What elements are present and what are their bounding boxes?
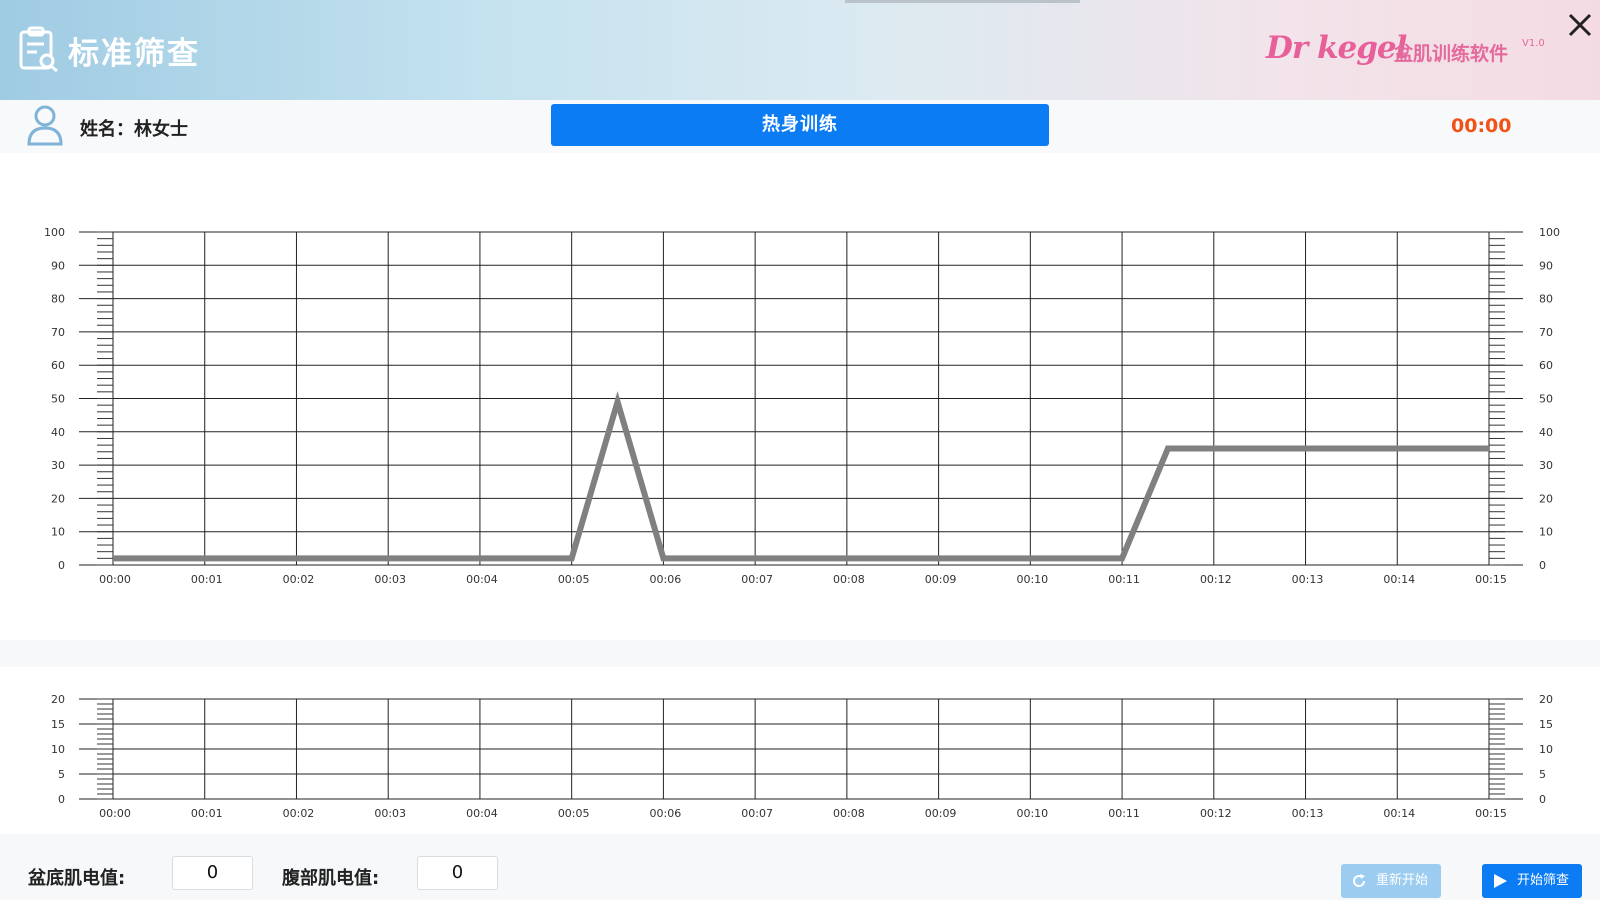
user-icon: [27, 105, 63, 146]
y-tick-label-right: 90: [1539, 259, 1553, 272]
y-tick-label-right: 20: [1539, 693, 1553, 706]
y-tick-label-right: 50: [1539, 393, 1553, 406]
user-name: 姓名：林女士: [80, 119, 188, 140]
x-tick-label: 00:00: [99, 807, 131, 820]
x-tick-label: 00:11: [1108, 807, 1140, 820]
x-tick-label: 00:08: [833, 807, 865, 820]
y-tick-label-right: 10: [1539, 743, 1553, 756]
y-tick-label-right: 70: [1539, 326, 1553, 339]
y-tick-label-left: 100: [44, 226, 65, 239]
x-tick-label: 00:15: [1475, 807, 1507, 820]
y-tick-label-right: 0: [1539, 559, 1546, 572]
x-tick-label: 00:01: [191, 573, 223, 586]
x-tick-label: 00:02: [283, 807, 315, 820]
y-tick-label-right: 100: [1539, 226, 1560, 239]
brand-logo: Dr kegel: [1266, 30, 1407, 66]
y-tick-label-left: 5: [58, 768, 65, 781]
emg-chart-secondary-svg: 0 0 5 5 10 10 15 15 20 20 00:00 00:01 00:02 00:03 00:0…: [51, 693, 1553, 820]
x-tick-label: 00:13: [1292, 807, 1324, 820]
footer-bar: 盆底肌电值: 0 腹部肌电值: 0 重新开始 开始筛查: [0, 834, 1600, 900]
emg-chart-main-svg: 0 0 10 10 20 20 30 30 40 40 50 50 60 60 70 70 80 80 90 90 10…: [44, 226, 1560, 586]
y-tick-label-right: 5: [1539, 768, 1546, 781]
timer: 00:00: [1451, 115, 1512, 137]
pelvic-emg-value: 0: [172, 856, 253, 890]
x-tick-label: 00:09: [925, 573, 957, 586]
restart-label: 重新开始: [1376, 873, 1429, 888]
y-tick-label-right: 30: [1539, 459, 1553, 472]
x-tick-label: 00:08: [833, 573, 865, 586]
y-tick-label-left: 20: [51, 492, 65, 505]
x-tick-label: 00:00: [99, 573, 131, 586]
close-icon[interactable]: [1565, 10, 1595, 40]
x-tick-label: 00:02: [283, 573, 315, 586]
window-drag-strip[interactable]: [845, 0, 1080, 3]
x-tick-label: 00:03: [374, 573, 406, 586]
pelvic-emg-label: 盆底肌电值:: [28, 868, 126, 889]
x-tick-label: 00:06: [650, 807, 682, 820]
app-header: 标准筛查 Dr kegel 盆肌训练软件 V1.0: [0, 0, 1600, 100]
y-tick-label-right: 80: [1539, 293, 1553, 306]
start-screening-button[interactable]: 开始筛查: [1482, 864, 1582, 898]
brand-subtitle: 盆肌训练软件: [1394, 43, 1509, 65]
x-tick-label: 00:09: [925, 807, 957, 820]
y-tick-label-left: 80: [51, 293, 65, 306]
abdominal-emg-label: 腹部肌电值:: [282, 868, 380, 889]
x-tick-label: 00:04: [466, 807, 498, 820]
phase-button[interactable]: 热身训练: [551, 104, 1049, 146]
x-tick-label: 00:10: [1016, 807, 1048, 820]
x-tick-label: 00:11: [1108, 573, 1140, 586]
x-tick-label: 00:05: [558, 807, 590, 820]
y-tick-label-left: 0: [58, 793, 65, 806]
start-label: 开始筛查: [1517, 873, 1570, 888]
x-tick-label: 00:07: [741, 807, 773, 820]
y-tick-label-left: 40: [51, 426, 65, 439]
x-tick-label: 00:03: [374, 807, 406, 820]
y-tick-label-left: 90: [51, 259, 65, 272]
x-tick-label: 00:04: [466, 573, 498, 586]
version-label: V1.0: [1522, 38, 1545, 49]
emg-chart-secondary: 0 0 5 5 10 10 15 15 20 20 00:00 00:01 00:02 00:03 00:0…: [0, 667, 1600, 834]
y-tick-label-left: 50: [51, 393, 65, 406]
abdominal-emg-value: 0: [417, 856, 498, 890]
y-tick-label-left: 20: [51, 693, 65, 706]
y-tick-label-left: 0: [58, 559, 65, 572]
x-tick-label: 00:12: [1200, 807, 1232, 820]
screening-icon: [19, 26, 58, 72]
y-tick-label-left: 30: [51, 459, 65, 472]
y-tick-label-right: 15: [1539, 718, 1553, 731]
y-tick-label-right: 0: [1539, 793, 1546, 806]
x-tick-label: 00:07: [741, 573, 773, 586]
y-tick-label-left: 60: [51, 359, 65, 372]
x-tick-label: 00:05: [558, 573, 590, 586]
play-icon: [1494, 874, 1507, 888]
y-tick-label-left: 15: [51, 718, 65, 731]
series-line: [113, 391, 1489, 562]
y-tick-label-right: 60: [1539, 359, 1553, 372]
y-tick-label-right: 10: [1539, 526, 1553, 539]
page-title: 标准筛查: [68, 36, 200, 72]
x-tick-label: 00:14: [1383, 573, 1415, 586]
emg-chart-main: 0 0 10 10 20 20 30 30 40 40 50 50 60 60 70 70 80 80 90 90 10…: [0, 153, 1600, 640]
x-tick-label: 00:15: [1475, 573, 1507, 586]
y-tick-label-left: 10: [51, 743, 65, 756]
y-tick-label-right: 40: [1539, 426, 1553, 439]
divider: [0, 640, 1600, 667]
restart-button[interactable]: 重新开始: [1341, 864, 1441, 898]
refresh-icon: [1353, 874, 1366, 887]
x-tick-label: 00:14: [1383, 807, 1415, 820]
x-tick-label: 00:06: [650, 573, 682, 586]
y-tick-label-left: 10: [51, 526, 65, 539]
x-tick-label: 00:13: [1292, 573, 1324, 586]
x-tick-label: 00:12: [1200, 573, 1232, 586]
x-tick-label: 00:01: [191, 807, 223, 820]
y-tick-label-left: 70: [51, 326, 65, 339]
x-tick-label: 00:10: [1016, 573, 1048, 586]
info-bar: 姓名：林女士 热身训练 00:00: [0, 100, 1600, 153]
y-tick-label-right: 20: [1539, 492, 1553, 505]
